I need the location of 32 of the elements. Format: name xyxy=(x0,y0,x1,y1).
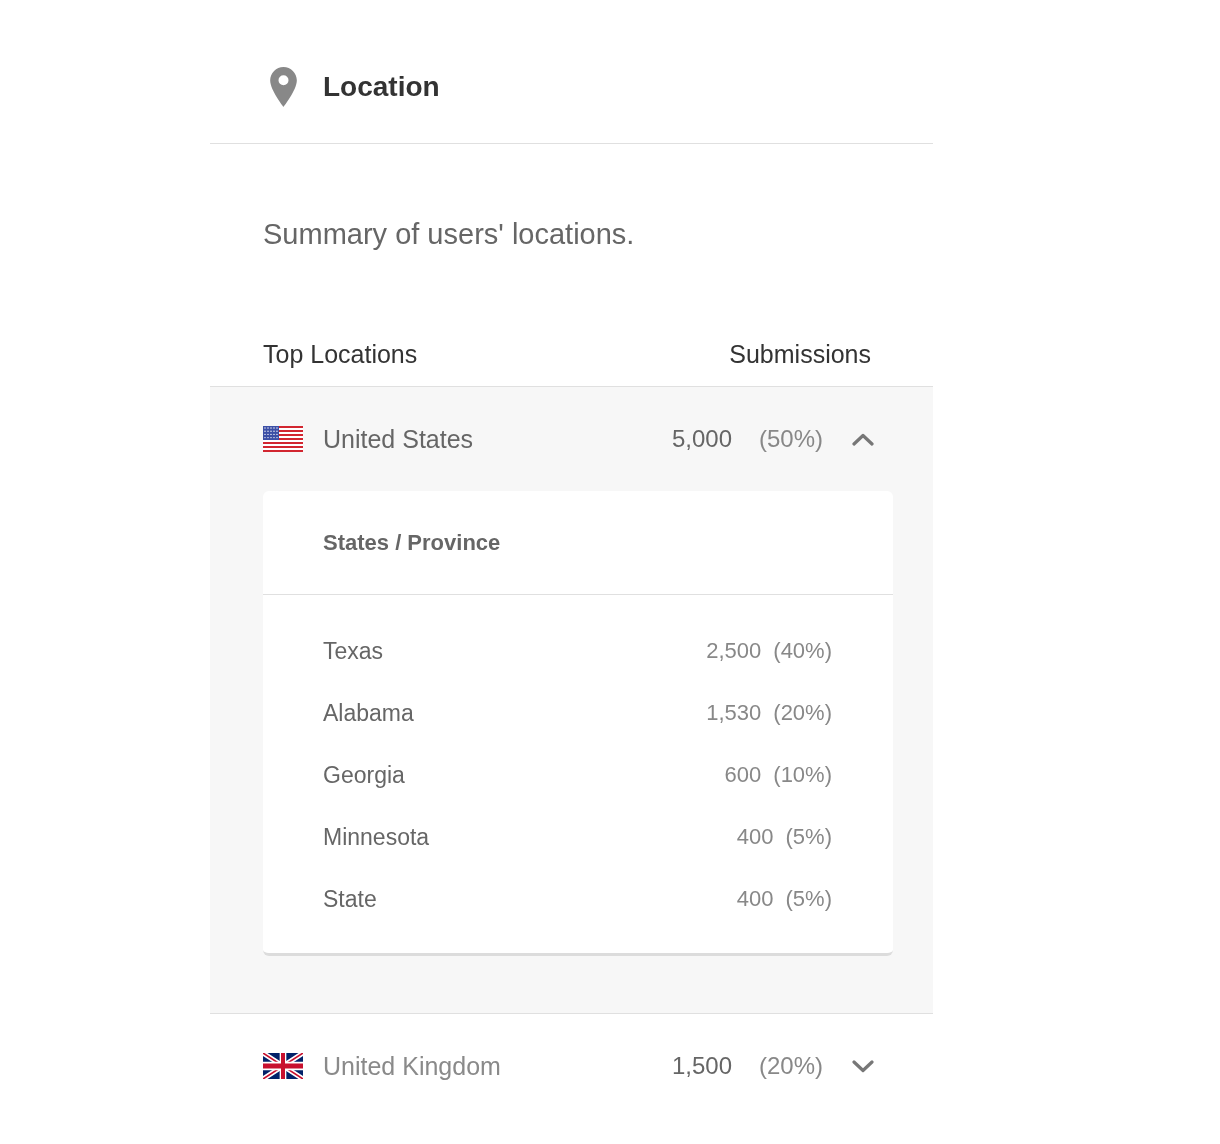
state-name: State xyxy=(323,886,377,912)
submission-count: 1,500 xyxy=(671,1052,732,1080)
state-percent: (5%) xyxy=(785,824,832,850)
state-percent: (20%) xyxy=(773,700,832,726)
country-name: United Kingdom xyxy=(323,1052,501,1080)
state-percent: (10%) xyxy=(773,762,832,788)
column-header: Submissions xyxy=(729,340,871,368)
state-count: 400 xyxy=(736,824,774,850)
state-name: Minnesota xyxy=(323,824,430,850)
state-count: 2,500 xyxy=(706,638,762,664)
location-pin-icon xyxy=(270,66,297,107)
chevron-down-icon xyxy=(852,1059,874,1073)
state-count: 400 xyxy=(736,886,774,912)
flag-icon xyxy=(263,426,303,452)
state-name: Alabama xyxy=(323,700,414,726)
flag-icon xyxy=(263,1053,303,1079)
state-name: Georgia xyxy=(323,762,405,788)
card-heading: States / Province xyxy=(323,529,501,556)
submission-count: 5,000 xyxy=(671,425,732,453)
state-name: Texas xyxy=(323,638,384,664)
state-percent: (5%) xyxy=(785,886,832,912)
section-title: Location xyxy=(323,69,440,104)
country-name: United States xyxy=(323,425,474,453)
submission-percent: (20%) xyxy=(759,1052,824,1080)
country-row[interactable]: United States 5,000 (50%) States / Province Texas 2,500 (40%) Alabama 1,530 (20%) Georgia 600 (10%) Minnesota 400 (5%) State 400 (5%) xyxy=(210,387,933,1013)
description-text: Summary of users' locations. xyxy=(263,217,635,251)
state-count: 600 xyxy=(724,762,762,788)
submission-percent: (50%) xyxy=(759,425,824,453)
state-count: 1,530 xyxy=(706,700,762,726)
state-percent: (40%) xyxy=(773,638,832,664)
column-header: Top Locations xyxy=(263,340,418,368)
chevron-up-icon xyxy=(852,432,874,446)
